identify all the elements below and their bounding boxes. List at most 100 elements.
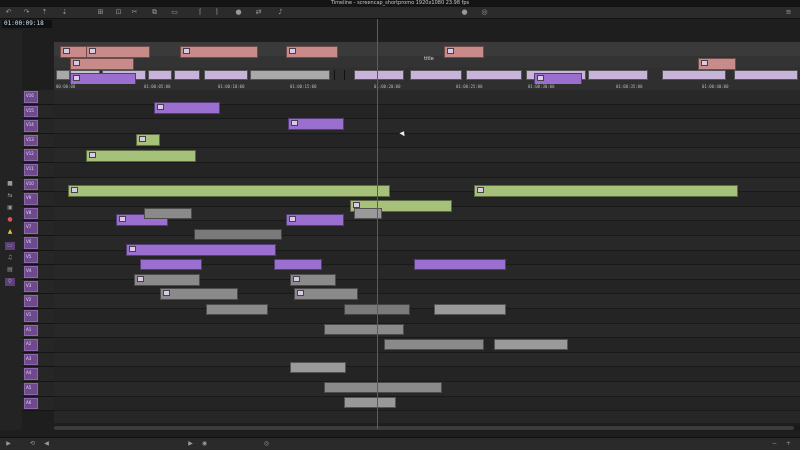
track-patch[interactable]: A1 [24,324,38,337]
overview-bar[interactable]: filler [54,42,800,56]
playhead[interactable] [377,19,378,429]
track-patch[interactable]: V12 [24,149,38,161]
track-header[interactable]: A3 [22,352,54,368]
track-header[interactable]: V11 [22,163,54,178]
zoom-out-icon[interactable]: − [770,440,779,448]
overview-clip[interactable] [354,70,404,80]
track-patch[interactable]: V5 [24,251,38,264]
track-lane[interactable] [54,323,800,339]
timeline-clip[interactable] [86,46,150,58]
track-header[interactable]: V14 [22,119,54,134]
timeline-clip[interactable] [324,382,442,393]
track-patch[interactable]: V15 [24,105,38,118]
timeline-clip[interactable] [494,339,568,350]
forward-icon[interactable]: ▶ [186,440,195,448]
track-header[interactable]: A1 [22,323,54,339]
timeline-clip[interactable] [274,259,322,270]
record-icon[interactable]: ● [460,8,469,17]
audio-track-icon[interactable]: ♫ [5,254,15,262]
track-patch[interactable]: V3 [24,280,38,293]
redo-icon[interactable]: ↷ [22,8,31,17]
track-patch[interactable]: V7 [24,222,38,234]
sync-icon[interactable]: ⇆ [5,192,15,200]
overview-clip[interactable] [204,70,248,80]
timeline-clip[interactable] [344,397,396,408]
timeline-clip[interactable] [160,288,238,300]
timeline-clip[interactable] [294,288,358,300]
track-header[interactable]: A6 [22,396,54,412]
timeline-clip[interactable] [180,46,258,58]
track-patch[interactable]: A2 [24,339,38,351]
timeline-clip[interactable] [324,324,404,335]
undo-icon[interactable]: ↶ [4,8,13,17]
timeline-clip[interactable] [286,214,344,226]
track-header[interactable]: A2 [22,338,54,353]
timeline-clip[interactable] [134,274,200,286]
track-header[interactable]: V3 [22,279,54,295]
overview-clip[interactable] [588,70,648,80]
play-icon[interactable]: ▶ [4,440,13,448]
track-patch[interactable]: V16 [24,91,38,103]
add-edit-icon[interactable]: ✂ [130,8,139,17]
track-header[interactable]: V7 [22,221,54,236]
track-lane[interactable] [54,396,800,412]
timecode-display[interactable]: 01:00:09:18 [2,20,52,28]
timeline-clip[interactable] [126,244,276,256]
track-patch[interactable]: V14 [24,120,38,132]
video-track-icon[interactable]: ▭ [5,242,15,250]
loop-icon[interactable]: ⟲ [28,440,37,448]
track-lane[interactable] [54,352,800,368]
track-patch[interactable]: V11 [24,164,38,176]
lift-icon[interactable]: ⇡ [40,8,49,17]
overview-clip[interactable] [174,70,200,80]
track-header[interactable]: V1 [22,309,54,324]
timeline-clip[interactable] [86,150,196,162]
timeline-clip[interactable] [286,46,338,58]
timeline-clip[interactable] [290,362,346,373]
timeline-clip[interactable] [288,118,344,130]
track-patch[interactable]: A4 [24,368,38,380]
track-header[interactable]: V6 [22,236,54,251]
track-lane[interactable] [54,163,800,178]
track-lane[interactable] [54,309,800,324]
track-patch[interactable]: A5 [24,383,38,395]
timeline-clip[interactable] [154,102,220,114]
timeline-clip[interactable] [290,274,336,286]
overview-clip[interactable] [466,70,522,80]
track-patch[interactable]: V8 [24,207,38,220]
audio-icon[interactable]: ♪ [276,8,285,17]
track-header[interactable]: V15 [22,104,54,120]
warning-icon[interactable]: ▲ [5,228,15,236]
settings-icon[interactable]: ≡ [784,8,793,17]
zoom-in-icon[interactable]: + [784,440,793,448]
track-header[interactable]: V4 [22,265,54,280]
patch-icon[interactable]: ⚲ [5,278,15,286]
mute-icon[interactable]: ◉ [200,440,209,448]
timecode-ruler[interactable]: 00:00:00 01:00:05:00 01:00:10:00 01:00:15:0… [54,84,800,90]
track-patch[interactable]: V1 [24,310,38,322]
timeline-clip[interactable] [68,185,390,197]
record-track-icon[interactable]: ● [5,216,15,224]
mark-out-icon[interactable]: ⌉ [212,8,221,17]
track-patch[interactable]: A6 [24,397,38,410]
timeline-clip[interactable] [136,134,160,146]
track-header[interactable]: V9 [22,192,54,207]
track-header[interactable]: V12 [22,148,54,163]
trash-icon[interactable]: ▤ [5,266,15,274]
timeline-clip[interactable] [206,304,268,315]
track-lane[interactable] [54,119,800,134]
track-header[interactable]: V16 [22,90,54,105]
timeline-clip[interactable] [384,339,484,350]
solo-icon[interactable]: ◎ [262,440,271,448]
overview-clip[interactable] [250,70,330,80]
overview-clip[interactable] [148,70,172,80]
track-patch[interactable]: V10 [24,178,38,191]
timeline[interactable]: filler title [54,42,800,423]
rewind-icon[interactable]: ◀ [42,440,51,448]
overview-clip[interactable] [734,70,798,80]
zoom-icon[interactable]: ◎ [480,8,489,17]
overview-clip[interactable] [662,70,726,80]
track-patch[interactable]: V6 [24,237,38,249]
timeline-clip[interactable] [414,259,506,270]
track-header[interactable]: A4 [22,367,54,382]
